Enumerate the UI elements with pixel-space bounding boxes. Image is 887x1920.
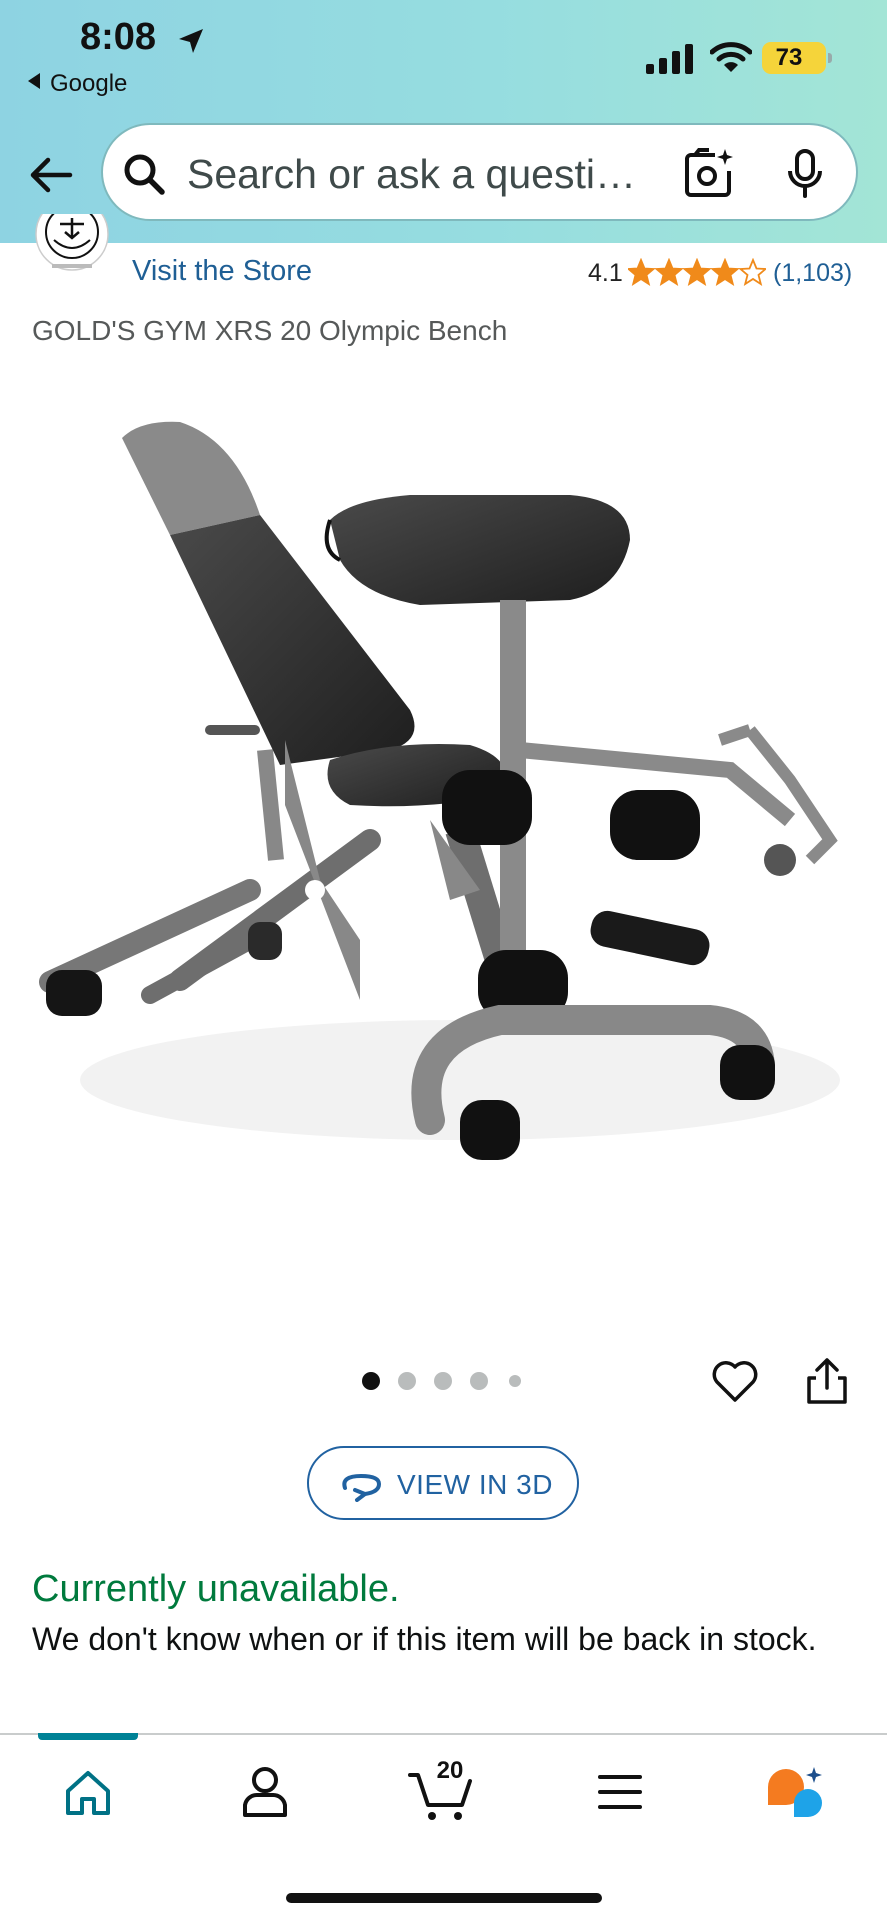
back-triangle-icon — [28, 73, 40, 89]
account-icon[interactable] — [240, 1765, 290, 1819]
back-app-label: Google — [50, 70, 128, 97]
back-to-google-link[interactable]: Google — [28, 70, 127, 98]
battery-level: 73 — [775, 44, 803, 71]
visit-store-link[interactable]: Visit the Store — [132, 255, 312, 288]
availability-status: Currently unavailable. — [32, 1568, 400, 1610]
view-in-3d-label: VIEW IN 3D — [397, 1469, 553, 1500]
star-icon — [654, 258, 684, 286]
home-indicator — [286, 1893, 602, 1903]
product-title: GOLD'S GYM XRS 20 Olympic Bench — [32, 315, 508, 346]
bottom-nav: 20 — [0, 1733, 887, 1920]
rotate-3d-icon — [342, 1473, 382, 1502]
view-in-3d-button[interactable]: VIEW IN 3D — [307, 1446, 579, 1520]
search-icon — [124, 154, 165, 195]
share-icon[interactable] — [804, 1356, 850, 1406]
carousel-dot[interactable] — [470, 1372, 488, 1390]
carousel-dot[interactable] — [509, 1375, 521, 1387]
carousel-dot[interactable] — [434, 1372, 452, 1390]
camera-icon[interactable] — [685, 147, 735, 199]
signal-icon — [646, 44, 693, 74]
availability-description: We don't know when or if this item will … — [32, 1621, 817, 1657]
cart-count: 20 — [436, 1757, 464, 1784]
brand-logo[interactable] — [32, 214, 112, 288]
product-image-weight-bench[interactable] — [30, 420, 860, 1240]
rufus-ai-icon[interactable] — [764, 1765, 826, 1823]
location-arrow-icon — [179, 29, 203, 53]
heart-icon[interactable] — [710, 1356, 760, 1406]
star-rating[interactable] — [628, 258, 766, 286]
menu-icon[interactable] — [598, 1773, 642, 1811]
star-icon — [682, 258, 712, 286]
battery-icon: 73 — [762, 42, 832, 74]
mic-icon[interactable] — [786, 149, 824, 199]
home-icon[interactable] — [62, 1767, 114, 1819]
battery-tip — [828, 53, 832, 63]
search-input[interactable]: Search or ask a questi… — [101, 123, 858, 221]
app-header: 8:08 Google 73 Search or ask a questi… — [0, 0, 887, 243]
carousel-dot[interactable] — [398, 1372, 416, 1390]
back-arrow-icon[interactable] — [26, 150, 76, 200]
status-time: 8:08 — [80, 16, 157, 58]
search-placeholder: Search or ask a questi… — [187, 151, 636, 197]
rating-value: 4.1 — [588, 259, 623, 287]
star-icon — [628, 258, 656, 286]
star-icon — [738, 258, 766, 286]
rating-count-link[interactable]: (1,103) — [773, 259, 852, 288]
wifi-icon — [710, 42, 752, 72]
carousel-dot[interactable] — [362, 1372, 380, 1390]
star-icon — [710, 258, 740, 286]
active-tab-indicator — [38, 1733, 138, 1740]
